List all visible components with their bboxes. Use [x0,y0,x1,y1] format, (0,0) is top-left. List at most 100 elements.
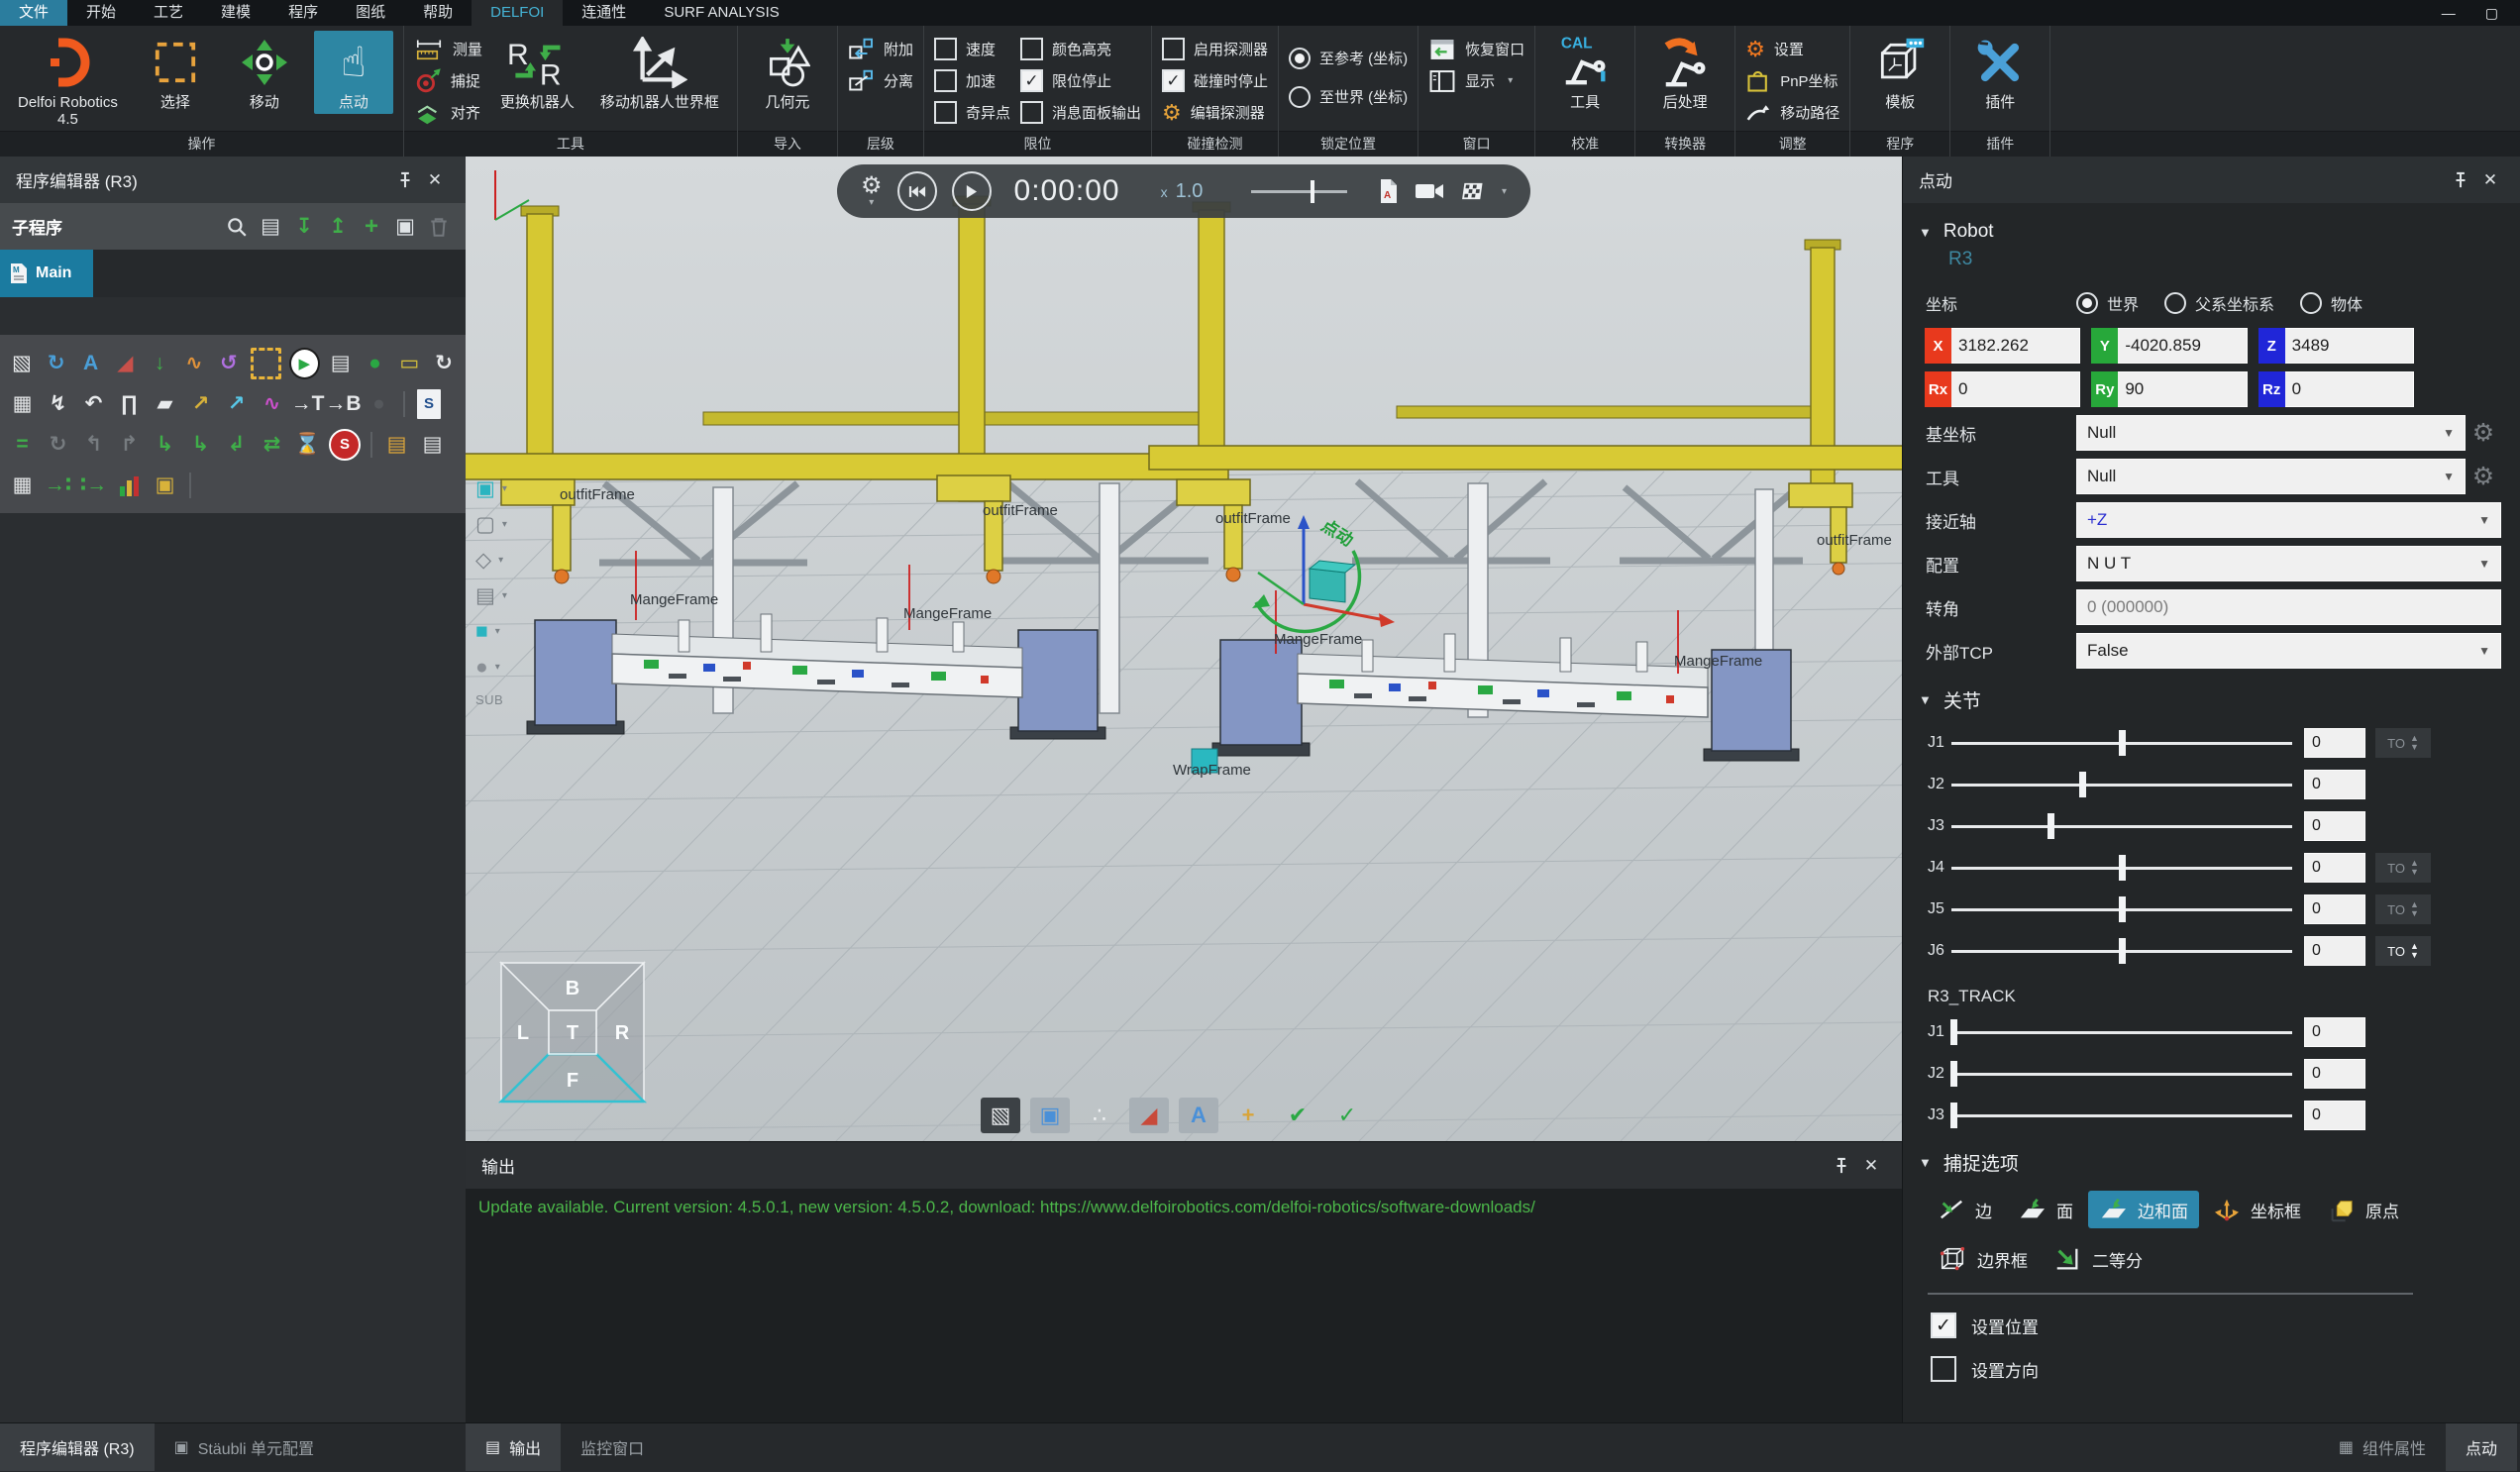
output-log[interactable]: Update available. Current version: 4.5.0… [466,1189,1902,1423]
slider-handle[interactable] [2119,938,2126,964]
raster-path-button[interactable]: ∏ [113,387,146,420]
ellipse-motion-button[interactable]: ● [360,347,391,379]
to-button-j5[interactable]: TO▲▼ [2375,894,2431,924]
close-icon[interactable]: ✕ [2475,165,2505,195]
assign-button[interactable]: = [6,428,39,461]
stop-on-collision-checkbox[interactable]: ✓碰撞时停止 [1162,67,1268,94]
pose-input-rx[interactable]: 0 [1951,371,2080,407]
joints-section-header[interactable]: ▼ 关节 [1903,681,2520,717]
menu-home[interactable]: 开始 [67,0,135,26]
pin-icon[interactable] [2446,165,2475,195]
grind-curve-button[interactable]: ◢ [109,347,141,379]
frames-tool-icon[interactable]: ▣ [1030,1098,1070,1133]
slider-handle[interactable] [2119,855,2126,881]
joint-slider-j5[interactable] [1951,894,2292,925]
slider-handle[interactable] [1950,1019,1957,1045]
pose-input-y[interactable]: -4020.859 [2118,328,2247,364]
navigation-cube[interactable]: B L T R F [493,953,652,1115]
set-position-checkbox-box[interactable]: ✓ [1931,1313,1956,1338]
film-export-icon[interactable] [1459,181,1483,201]
joint-slider-j6[interactable] [1951,935,2292,967]
joint-slider-j4[interactable] [1951,852,2292,884]
geometry-button[interactable]: 几何元 [748,31,827,114]
viewport-3d[interactable]: 点动 outfitFrame outfitFrame outfitFrame o… [466,157,1902,1141]
program-tree-area[interactable] [0,513,466,1423]
conveyor-button[interactable]: ▭ [393,347,425,379]
swap-robot-button[interactable]: RR更换机器人 [492,31,582,114]
task-list-icon[interactable]: ▤ [256,212,285,242]
projection-icon[interactable]: ◇▾ [475,550,507,571]
joint-value-j5[interactable]: 0 [2304,894,2365,924]
tab-monitor-window[interactable]: 监控窗口 [561,1423,664,1471]
menu-help[interactable]: 帮助 [404,0,472,26]
slider-handle[interactable] [2079,772,2086,797]
nav-cube-left[interactable]: L [517,1022,529,1044]
move-button[interactable]: 移动 [225,31,304,114]
message-panel-checkbox-box[interactable] [1020,101,1043,124]
linear-move-button[interactable]: ↗ [220,387,253,420]
show-button[interactable]: 显示▾ [1428,67,1524,94]
gear-icon[interactable]: ⚙ [2466,462,2501,491]
view-mode-icon[interactable]: ▢▾ [475,514,507,535]
pose-input-x[interactable]: 3182.262 [1951,328,2080,364]
insert-point-button[interactable]: ↓ [144,347,175,379]
export-subprogram-icon[interactable]: ↥ [323,212,353,242]
speed-slider[interactable] [1251,190,1347,193]
insert-text-button[interactable]: →T [291,387,324,420]
search-icon[interactable] [222,212,252,242]
snap-options-header[interactable]: ▼ 捕捉选项 [1903,1143,2520,1180]
frame-select-button[interactable] [251,348,281,379]
signal-in-button[interactable]: ∶→ [77,469,110,501]
disabled-step-button[interactable]: ● [363,387,395,420]
tab-jog[interactable]: 点动 [2446,1423,2517,1471]
skip-to-start-icon[interactable] [897,171,937,211]
turn-angle-field[interactable]: 0 (000000) [2076,589,2501,625]
tab-output[interactable]: ▤输出 [466,1423,561,1471]
component-box-button[interactable]: ▣ [149,469,181,501]
measure-button[interactable]: 测量 [414,36,482,62]
select-tool-icon[interactable]: ▧ [981,1098,1020,1133]
joint-value-j1[interactable]: 0 [2304,1017,2365,1047]
pose-input-z[interactable]: 3489 [2285,328,2414,364]
menu-delfoi[interactable]: DELFOI [472,0,563,26]
menu-modeling[interactable]: 建模 [202,0,269,26]
play-icon[interactable] [952,171,992,211]
branch-if-button[interactable]: ↳ [149,428,181,461]
joint-value-j2[interactable]: 0 [2304,770,2365,799]
return-step-button[interactable]: ↰ [77,428,110,461]
tab-program-editor[interactable]: 程序编辑器 (R3) [0,1423,155,1471]
snap-button[interactable]: 捕捉 [414,67,482,94]
settings-button[interactable]: ⚙设置 [1745,36,1839,62]
export-pdf-icon[interactable]: A [1378,178,1400,204]
rotate-tool-button[interactable]: ↻ [428,347,460,379]
snap-frame-button[interactable]: 坐标框 [2203,1191,2312,1228]
snap-edge-face-button[interactable]: 边和面 [2088,1191,2199,1228]
print-button[interactable]: ▦ [6,469,39,501]
joint-slider-j3[interactable] [1951,810,2292,842]
slider-handle[interactable] [1950,1061,1957,1087]
joint-value-j6[interactable]: 0 [2304,936,2365,966]
to-world-radio-circle[interactable] [1289,86,1311,108]
enable-detectors-checkbox-box[interactable] [1162,38,1185,60]
joint-value-j2[interactable]: 0 [2304,1059,2365,1089]
insert-binary-button[interactable]: →B [327,387,360,420]
playback-speed[interactable]: x 1.0 [1161,180,1204,203]
jog-button[interactable]: ☝点动 [314,31,393,114]
set-orientation-checkbox-box[interactable] [1931,1356,1956,1382]
move-robot-world-frame-button[interactable]: 移动机器人世界框 [592,31,727,114]
highlight-mode-icon[interactable]: ■▾ [475,621,507,642]
world-radio[interactable]: 世界 [2076,291,2139,315]
render-style-icon[interactable]: ▤▾ [475,585,507,606]
nav-cube-back[interactable]: B [566,978,579,999]
graph-tool-icon[interactable]: ∴ [1080,1098,1119,1133]
pin-icon[interactable] [1827,1151,1856,1181]
loop-back-button[interactable]: ↲ [220,428,253,461]
move-tool-icon[interactable]: + [1228,1098,1268,1133]
check-tool-icon[interactable]: ✔ [1278,1098,1317,1133]
snap-bisect-button[interactable]: 二等分 [2043,1239,2153,1279]
stop-step-button[interactable]: S [329,429,361,461]
base-frame-select[interactable]: Null▼ [2076,415,2466,451]
singularity-checkbox[interactable]: 奇异点 [934,99,1010,126]
select-button[interactable]: 选择 [136,31,215,114]
import-subprogram-icon[interactable]: ↧ [289,212,319,242]
